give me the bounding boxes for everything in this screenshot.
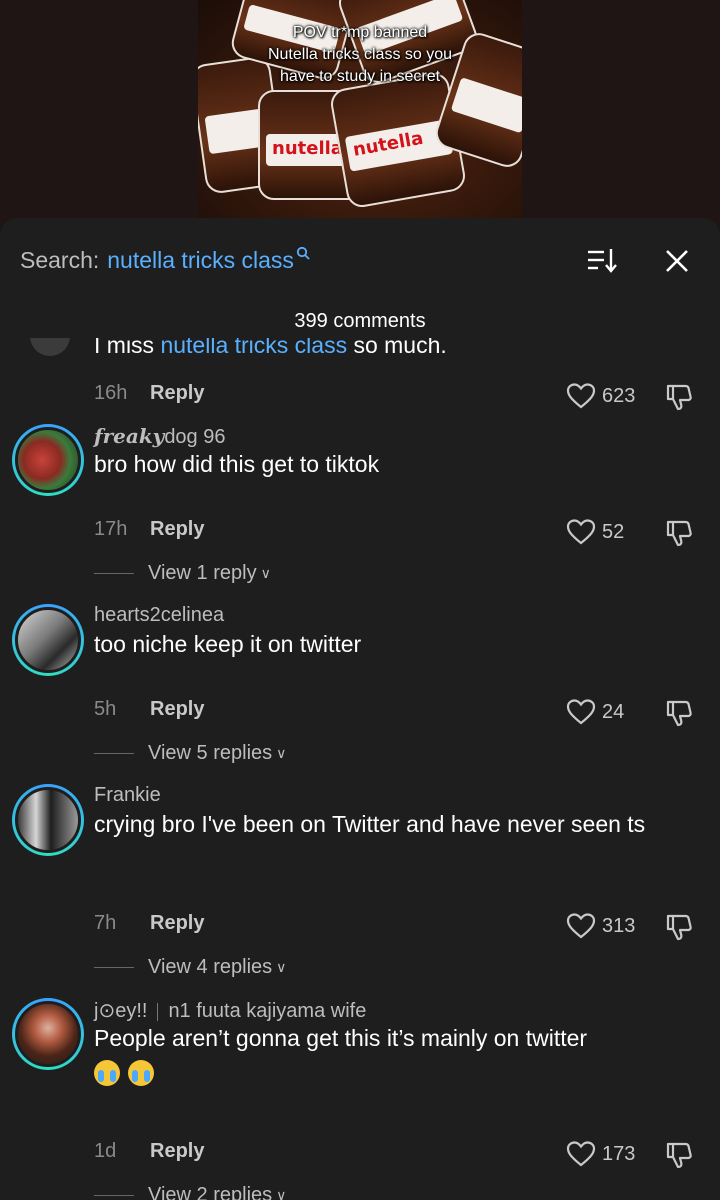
comment-meta: 1d Reply — [94, 1140, 204, 1163]
search-term[interactable]: nutella tricks class — [107, 247, 294, 274]
comment-username[interactable]: freakydog 96 — [94, 424, 225, 449]
like-count: 173 — [602, 1142, 636, 1165]
like-button[interactable]: 173 — [566, 1140, 635, 1168]
comment-text: bro how did this get to tiktok — [94, 451, 380, 477]
heart-icon — [566, 519, 596, 545]
like-button[interactable]: 24 — [566, 698, 624, 726]
comment-username[interactable]: j⊙ey!! n1 fuuta kajiyama wife — [94, 998, 366, 1023]
comment-time: 7h — [94, 912, 117, 934]
like-count: 52 — [602, 520, 625, 543]
avatar[interactable] — [12, 604, 84, 676]
avatar[interactable] — [12, 784, 84, 856]
crying-emoji-icon — [94, 1059, 120, 1086]
reply-button[interactable]: Reply — [150, 698, 204, 721]
comment-username[interactable]: Frankie — [94, 784, 161, 807]
like-count: 623 — [602, 384, 636, 407]
heart-icon — [566, 1141, 596, 1167]
thumbs-down-icon[interactable] — [664, 1140, 694, 1170]
divider — [94, 573, 134, 574]
view-replies-button[interactable]: View 2 replies ∨ — [94, 1184, 286, 1200]
view-replies-button[interactable]: View 1 reply ∨ — [94, 562, 271, 585]
sort-icon[interactable] — [586, 246, 620, 276]
avatar[interactable] — [12, 424, 84, 496]
like-count: 313 — [602, 914, 636, 937]
comment-text: too niche keep it on twitter — [94, 631, 362, 657]
thumbs-down-icon[interactable] — [664, 912, 694, 942]
thumbs-down-icon[interactable] — [664, 698, 694, 728]
video-thumbnail[interactable]: nutella nutella POV tr*mp banned Nutella… — [198, 0, 522, 218]
divider — [157, 1002, 159, 1021]
like-button[interactable]: 623 — [566, 382, 635, 410]
comment-text: crying bro I've been on Twitter and have… — [94, 811, 646, 837]
like-count: 24 — [602, 700, 625, 723]
comment-text: I miss nutella tricks class so much. — [94, 338, 447, 359]
close-icon[interactable] — [660, 244, 694, 278]
comment-text: People aren’t gonna get this it’s mainly… — [94, 1022, 694, 1088]
chevron-down-icon: ∨ — [276, 745, 287, 761]
crying-emoji-icon — [128, 1059, 154, 1086]
heart-icon — [566, 383, 596, 409]
like-button[interactable]: 313 — [566, 912, 635, 940]
search-label: Search: — [20, 246, 100, 273]
heart-icon — [566, 699, 596, 725]
reply-button[interactable]: Reply — [150, 382, 204, 405]
comment-username[interactable]: hearts2celinea — [94, 604, 224, 627]
comment-count: 399 comments — [294, 310, 426, 332]
heart-icon — [566, 913, 596, 939]
divider — [94, 753, 134, 754]
comments-sheet: Search: nutella tricks class 399 comment… — [0, 218, 720, 1200]
reply-button[interactable]: Reply — [150, 1140, 204, 1163]
comment-time: 17h — [94, 518, 128, 540]
comment-meta: 16h Reply — [94, 382, 204, 405]
comment-time: 16h — [94, 382, 128, 404]
comment-meta: 5h Reply — [94, 698, 204, 721]
chevron-down-icon: ∨ — [276, 959, 287, 975]
divider — [94, 967, 134, 968]
avatar[interactable] — [30, 338, 70, 356]
comment-time: 5h — [94, 698, 117, 720]
avatar[interactable] — [12, 998, 84, 1070]
search-highlight: nutella tricks class — [160, 338, 348, 358]
comment-meta: 17h Reply — [94, 518, 204, 541]
view-replies-button[interactable]: View 4 replies ∨ — [94, 956, 286, 979]
chevron-down-icon: ∨ — [260, 565, 271, 581]
comment-list[interactable]: I miss nutella tricks class so much. 16h… — [0, 338, 720, 1200]
search-bar[interactable]: Search: nutella tricks class — [20, 242, 310, 278]
view-replies-button[interactable]: View 5 replies ∨ — [94, 742, 286, 765]
video-caption: POV tr*mp banned Nutella tricks class so… — [267, 24, 453, 85]
magnifier-icon[interactable] — [296, 246, 310, 265]
like-button[interactable]: 52 — [566, 518, 624, 546]
divider — [94, 1195, 134, 1196]
comment-meta: 7h Reply — [94, 912, 204, 935]
reply-button[interactable]: Reply — [150, 912, 204, 935]
comment-time: 1d — [94, 1140, 117, 1162]
thumbs-down-icon[interactable] — [664, 518, 694, 548]
thumbs-down-icon[interactable] — [664, 382, 694, 412]
reply-button[interactable]: Reply — [150, 518, 204, 541]
chevron-down-icon: ∨ — [276, 1187, 287, 1200]
